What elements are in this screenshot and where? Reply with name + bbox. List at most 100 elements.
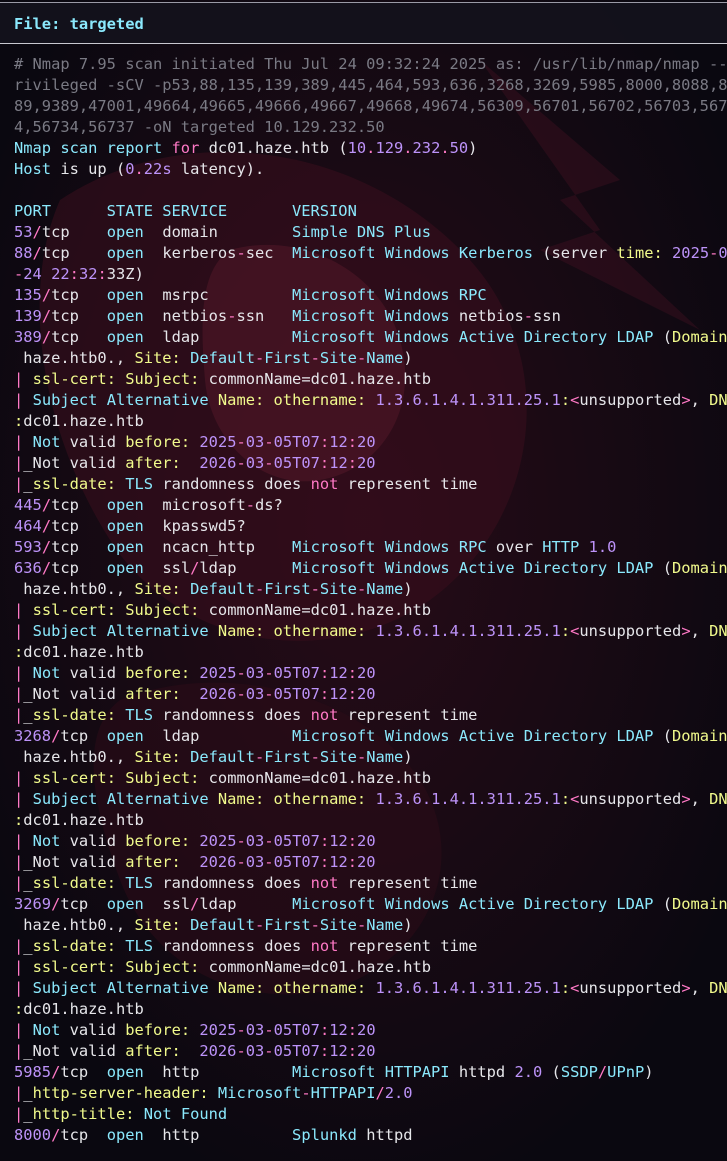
text-segment: -: [236, 853, 246, 871]
text-segment: ssl-date:: [32, 874, 116, 892]
text-segment: 135: [14, 286, 42, 304]
text-segment: tcp: [41, 244, 107, 262]
text-segment: Not: [32, 664, 61, 682]
text-segment: -: [301, 1084, 311, 1102]
terminal-line: 139/tcp open netbios-ssn Microsoft Windo…: [14, 306, 719, 327]
text-segment: http-server-header:: [32, 1084, 209, 1102]
text-segment: msrpc: [143, 286, 293, 304]
file-content[interactable]: # Nmap 7.95 scan initiated Thu Jul 24 09…: [14, 54, 727, 1146]
text-segment: Name:: [217, 790, 265, 808]
text-segment: http-title:: [32, 1105, 135, 1123]
text-segment: :: [347, 664, 358, 682]
text-segment: [135, 1105, 144, 1123]
text-segment: kerberos: [143, 244, 237, 262]
text-segment: 05T07: [273, 664, 320, 682]
text-segment: Not Found: [143, 1105, 228, 1123]
terminal-line: | Subject Alternative Name: othername: 1…: [14, 789, 727, 810]
text-segment: rivileged -sCV -p53,88,135,139,389,445,4…: [14, 76, 727, 94]
text-segment: 2026: [199, 454, 237, 472]
text-segment: -: [14, 265, 24, 283]
text-segment: open: [106, 1063, 144, 1081]
text-segment: [181, 853, 200, 871]
text-segment: [116, 601, 125, 619]
terminal-line: |_Not valid after: 2026-03-05T07:12:20: [14, 852, 719, 873]
text-segment: |: [14, 391, 24, 409]
text-segment: not: [310, 475, 339, 493]
text-segment: [190, 1021, 199, 1039]
terminal-window: File: targeted # Nmap 7.95 scan initiate…: [0, 0, 727, 1161]
text-segment: 1.3.6.1.4.1.311.25.1: [375, 622, 561, 640]
text-segment: -: [236, 244, 246, 262]
text-segment: _: [23, 475, 33, 493]
terminal-line: | Subject Alternative Name: othername: 1…: [14, 390, 727, 411]
text-segment: /: [41, 559, 52, 577]
text-segment: 12: [329, 454, 348, 472]
text-segment: 2.0: [514, 1063, 543, 1081]
text-segment: 1.3.6.1.4.1.311.25.1: [375, 391, 561, 409]
text-segment: .: [403, 139, 413, 157]
terminal-line: haze.htb0., Site: Default-First-Site-Nam…: [14, 915, 719, 936]
text-segment: ssl: [143, 559, 191, 577]
text-segment: [23, 958, 32, 976]
text-segment: [181, 916, 190, 934]
text-segment: [23, 370, 32, 388]
text-segment: ldap: [199, 895, 293, 913]
text-segment: 53: [14, 223, 33, 241]
text-segment: -: [236, 1021, 246, 1039]
text-segment: |: [14, 1042, 24, 1060]
text-segment: [264, 622, 273, 640]
text-segment: othername:: [273, 979, 367, 997]
text-segment: 139: [14, 307, 42, 325]
text-segment: DNS: [709, 391, 727, 409]
text-segment: ssn: [236, 307, 293, 325]
text-segment: First: [264, 916, 311, 934]
text-segment: |: [14, 937, 24, 955]
text-segment: .: [440, 139, 450, 157]
text-segment: _Not valid: [23, 454, 126, 472]
text-segment: Domain:: [672, 559, 727, 577]
text-segment: <: [570, 622, 580, 640]
text-segment: 8000: [14, 1126, 52, 1144]
text-segment: 1.0: [588, 538, 617, 556]
text-segment: 464: [14, 517, 42, 535]
text-segment: ssl-cert:: [32, 769, 116, 787]
text-segment: ): [403, 748, 413, 766]
text-segment: DNS: [709, 979, 727, 997]
text-segment: 3269: [14, 895, 52, 913]
text-segment: open: [106, 1126, 144, 1144]
text-segment: TLS: [125, 937, 154, 955]
text-segment: :: [560, 790, 571, 808]
text-segment: -: [523, 307, 534, 325]
text-segment: valid: [60, 664, 126, 682]
terminal-line: | ssl-cert: Subject: commonName=dc01.haz…: [14, 957, 719, 978]
text-segment: (: [653, 895, 672, 913]
text-segment: 20: [357, 1021, 376, 1039]
text-segment: [23, 790, 32, 808]
text-segment: :: [319, 1021, 330, 1039]
text-segment: latency).: [171, 160, 265, 178]
text-segment: 05T07: [273, 1042, 320, 1060]
text-segment: represent time: [338, 475, 478, 493]
text-segment: commonName=dc01.haze.htb: [199, 958, 432, 976]
text-segment: tcp: [60, 727, 107, 745]
text-segment: after:: [125, 1042, 181, 1060]
text-segment: tcp: [51, 538, 107, 556]
terminal-line: 593/tcp open ncacn_http Microsoft Window…: [14, 537, 719, 558]
text-segment: 2026: [199, 685, 237, 703]
text-segment: Name:: [217, 622, 265, 640]
text-segment: First: [264, 580, 311, 598]
terminal-line: | ssl-cert: Subject: commonName=dc01.haz…: [14, 600, 719, 621]
text-segment: [190, 664, 199, 682]
text-segment: 20: [357, 454, 376, 472]
text-segment: -: [310, 349, 320, 367]
text-segment: :: [14, 643, 24, 661]
text-segment: Microsoft Windows Active Directory LDAP: [292, 559, 654, 577]
text-segment: Name:: [217, 979, 265, 997]
text-segment: [264, 979, 273, 997]
text-segment: Site: [319, 748, 357, 766]
text-segment: randomness does: [153, 874, 311, 892]
terminal-line: haze.htb0., Site: Default-First-Site-Nam…: [14, 579, 719, 600]
text-segment: ): [468, 139, 478, 157]
terminal-line: # Nmap 7.95 scan initiated Thu Jul 24 09…: [14, 54, 727, 75]
text-segment: (: [653, 328, 672, 346]
